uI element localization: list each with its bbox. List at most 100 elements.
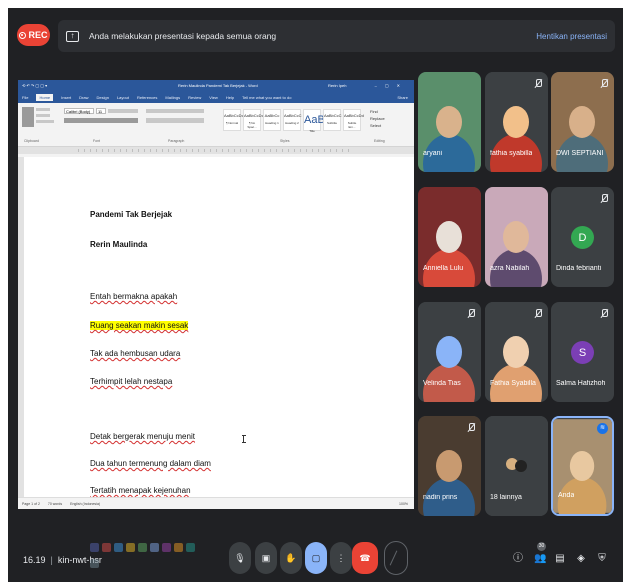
participant-tile[interactable]: 18 lainnya bbox=[485, 416, 548, 516]
shared-screen: ⟲ ↶ ↷ ▢ ▢ ▾ Rerin Maulinda Pandemi Tak B… bbox=[18, 80, 414, 509]
word-tab[interactable]: Home bbox=[36, 93, 54, 101]
more-options-button[interactable]: ⋮ bbox=[330, 542, 352, 574]
zoom-level[interactable]: 100% bbox=[399, 502, 408, 506]
current-time: 16.19 bbox=[23, 555, 46, 565]
word-tab[interactable]: Review bbox=[188, 95, 201, 100]
font-grow-shrink-icons[interactable] bbox=[108, 109, 138, 113]
captions-button[interactable]: ▣ bbox=[255, 542, 277, 574]
participant-tile[interactable]: azra Nabilah bbox=[485, 187, 548, 287]
leave-call-icon: ☎ bbox=[359, 552, 371, 563]
mic-off-icon bbox=[600, 309, 608, 319]
mic-button[interactable]: 🎙 bbox=[229, 542, 251, 574]
style-sample: AaBbCcC bbox=[284, 113, 302, 118]
font-size-box[interactable]: 11 bbox=[96, 108, 106, 114]
quick-access-icons: ⟲ ↶ ↷ ▢ ▢ ▾ bbox=[22, 83, 48, 88]
font-format-icons[interactable] bbox=[64, 118, 138, 123]
presenting-banner: ↑ Anda melakukan presentasi kepada semua… bbox=[58, 20, 615, 52]
style-name: ¶ No Spac... bbox=[247, 121, 257, 129]
captions-icon: ▣ bbox=[261, 552, 271, 563]
style-name: Title bbox=[309, 129, 315, 133]
rec-label: REC bbox=[28, 30, 48, 40]
word-tab[interactable]: Layout bbox=[117, 95, 129, 100]
word-tab[interactable]: Design bbox=[96, 95, 108, 100]
participant-name: azra Nabilah bbox=[490, 265, 530, 272]
word-tab[interactable]: References bbox=[137, 95, 157, 100]
style-name: Heading 1 bbox=[265, 121, 279, 125]
participant-name: Anniella Lulu bbox=[423, 265, 464, 272]
group-avatars bbox=[485, 416, 548, 516]
cut-icon[interactable] bbox=[36, 108, 50, 111]
format-painter-icon[interactable] bbox=[36, 120, 54, 123]
reactions-button[interactable] bbox=[384, 541, 408, 575]
people-icon[interactable]: 👥 bbox=[534, 553, 546, 565]
style-option[interactable]: AaB Title bbox=[303, 109, 325, 133]
word-tab[interactable]: Draw bbox=[79, 95, 88, 100]
security-icon[interactable]: ⛨ bbox=[596, 553, 608, 565]
word-count: 70 words bbox=[47, 501, 63, 506]
style-option[interactable]: AaBbCcC Heading 2 bbox=[283, 109, 302, 131]
mic-off-icon bbox=[600, 79, 608, 89]
info-icon[interactable]: ⓘ bbox=[512, 553, 524, 565]
replace-button[interactable]: Replace bbox=[370, 115, 385, 122]
leave-call-button[interactable]: ☎ bbox=[352, 542, 378, 574]
select-button[interactable]: Select bbox=[370, 122, 385, 129]
find-button[interactable]: Find bbox=[370, 108, 385, 115]
mic-off-icon bbox=[467, 423, 475, 433]
word-status-bar: Page 1 of 2 70 words English (Indonesia)… bbox=[18, 497, 414, 509]
style-option[interactable]: AaBbCcC Subtitle bbox=[323, 109, 342, 131]
word-document-body[interactable]: Pandemi Tak Berjejak Rerin Maulinda Enta… bbox=[18, 157, 414, 497]
word-tab[interactable]: Help bbox=[226, 95, 234, 100]
participant-tile[interactable]: D Dinda febrianti bbox=[551, 187, 614, 287]
chat-icon[interactable]: ▤ bbox=[554, 553, 566, 565]
participant-video bbox=[485, 187, 548, 287]
present-screen-icon: ↑ bbox=[66, 30, 79, 42]
poem-line: Detak bergerak menuju menit bbox=[90, 432, 195, 441]
style-option[interactable]: AaBbCc Heading 1 bbox=[263, 109, 281, 131]
share-button[interactable]: Share bbox=[397, 95, 408, 100]
word-tab[interactable]: Insert bbox=[61, 95, 71, 100]
proofing-language: English (Indonesia) bbox=[70, 501, 101, 506]
poem-line: Entah bermakna apakah bbox=[90, 292, 178, 301]
alignment-icons[interactable] bbox=[146, 118, 204, 123]
font-name-box[interactable]: Calibri (Body) bbox=[64, 108, 94, 114]
participant-tile[interactable]: aryani bbox=[418, 72, 481, 172]
vertical-ruler bbox=[18, 157, 24, 497]
style-sample: AaBbCc bbox=[264, 113, 280, 118]
raise-hand-button[interactable]: ✋ bbox=[280, 542, 302, 574]
group-label-styles: Styles bbox=[280, 139, 290, 143]
style-sample: AaBbCcC bbox=[324, 113, 342, 118]
recording-badge[interactable]: REC bbox=[17, 24, 50, 46]
mic-icon: 🎙 bbox=[234, 552, 246, 563]
participant-tile[interactable]: ≋ Anda bbox=[551, 416, 614, 516]
present-button[interactable]: ▢ bbox=[305, 542, 327, 574]
raise-hand-icon: ✋ bbox=[285, 552, 297, 563]
style-name: Subtitle bbox=[326, 121, 337, 125]
paste-icon[interactable] bbox=[22, 107, 34, 127]
participant-tile[interactable]: fathia syabilla bbox=[485, 72, 548, 172]
group-label-editing: Editing bbox=[374, 139, 385, 143]
stop-presenting-button[interactable]: Hentikan presentasi bbox=[536, 32, 607, 41]
participant-tile[interactable]: DWI SEPTIANI bbox=[551, 72, 614, 172]
poem-line: Tak ada hembusan udara bbox=[90, 349, 181, 358]
participant-tile[interactable]: nadin prins bbox=[418, 416, 481, 516]
participant-tile[interactable]: Velinda Tias bbox=[418, 302, 481, 402]
word-tab[interactable]: Tell me what you want to do bbox=[242, 95, 291, 100]
style-sample: AaBbCcDd bbox=[344, 113, 364, 118]
style-option[interactable]: AaBbCcDd Subtle Em... bbox=[343, 109, 364, 131]
copy-icon[interactable] bbox=[36, 114, 50, 117]
participant-tile[interactable]: Fathia Syabilla bbox=[485, 302, 548, 402]
word-tab[interactable]: Mailings bbox=[165, 95, 180, 100]
participant-name: Salma Hafizhoh bbox=[556, 380, 606, 387]
word-tab[interactable]: File bbox=[22, 95, 28, 100]
participant-tile[interactable]: Anniella Lulu bbox=[418, 187, 481, 287]
list-icons[interactable] bbox=[146, 109, 204, 113]
activities-icon[interactable]: ◈ bbox=[575, 553, 587, 565]
word-tab[interactable]: View bbox=[209, 95, 218, 100]
style-option[interactable]: AaBbCcDc ¶ Normal bbox=[223, 109, 244, 131]
group-label-clipboard: Clipboard bbox=[24, 139, 39, 143]
style-name: ¶ Normal bbox=[225, 121, 239, 125]
style-option[interactable]: AaBbCcDc ¶ No Spac... bbox=[243, 109, 264, 131]
mic-off-icon bbox=[534, 79, 542, 89]
mic-off-icon bbox=[534, 309, 542, 319]
participant-tile[interactable]: S Salma Hafizhoh bbox=[551, 302, 614, 402]
